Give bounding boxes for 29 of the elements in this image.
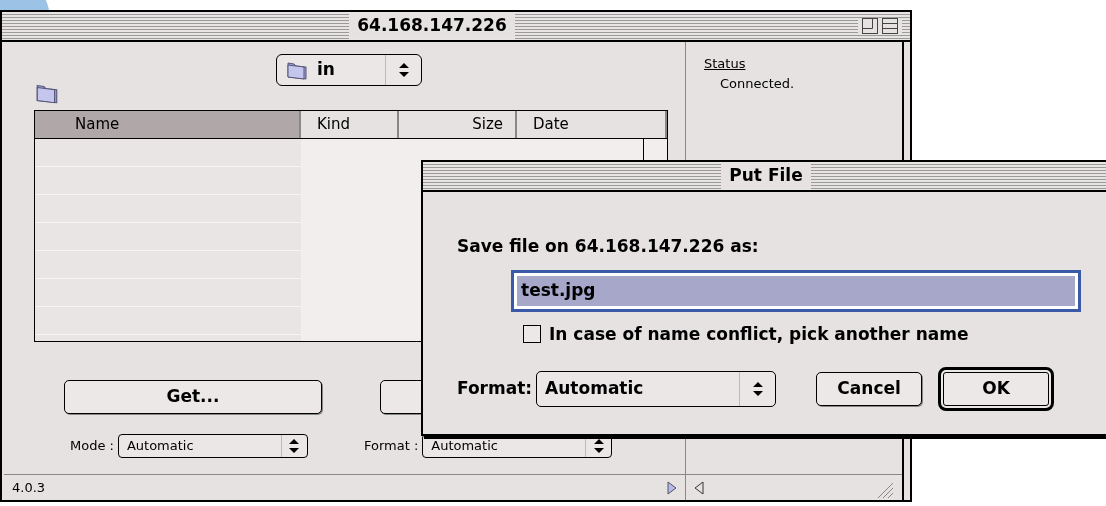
status-text: Connected. [719, 74, 796, 93]
ok-button[interactable]: OK [938, 367, 1055, 411]
status-heading: Status [704, 55, 747, 73]
popup-label: Format : [363, 437, 419, 456]
up-down-arrows-icon [752, 382, 763, 396]
right-triangle-icon[interactable] [667, 480, 677, 495]
save-prompt: Save file on 64.168.147.226 as: [457, 235, 760, 258]
zoom-box-icon[interactable] [862, 18, 878, 34]
left-triangle-icon[interactable] [694, 480, 704, 495]
format-label: Format: [457, 377, 533, 401]
up-down-arrows-icon [289, 439, 300, 453]
get-button[interactable]: Get... [64, 380, 322, 414]
mode-popup-menu[interactable]: Automatic [117, 434, 308, 458]
cancel-button[interactable]: Cancel [816, 372, 923, 406]
version-label: 4.0.3 [12, 478, 47, 497]
column-header[interactable]: Name [35, 111, 301, 138]
column-header[interactable]: Kind [301, 111, 399, 138]
checkbox-label: In case of name conflict, pick another name [549, 322, 969, 346]
column-header[interactable]: Size [399, 111, 517, 138]
popup-label: Mode : [70, 437, 114, 456]
column-header[interactable]: Date [517, 111, 667, 138]
checkbox[interactable] [523, 325, 541, 344]
collapse-box-icon[interactable] [882, 18, 898, 34]
dialog-title: Put File [721, 163, 811, 189]
folder-popup-menu[interactable]: in [276, 54, 422, 86]
up-down-arrows-icon [398, 63, 409, 77]
format-popup-menu[interactable]: Automatic [536, 371, 777, 407]
window-title: 64.168.147.226 [349, 13, 515, 39]
filename-field[interactable]: test.jpg [511, 269, 1081, 312]
